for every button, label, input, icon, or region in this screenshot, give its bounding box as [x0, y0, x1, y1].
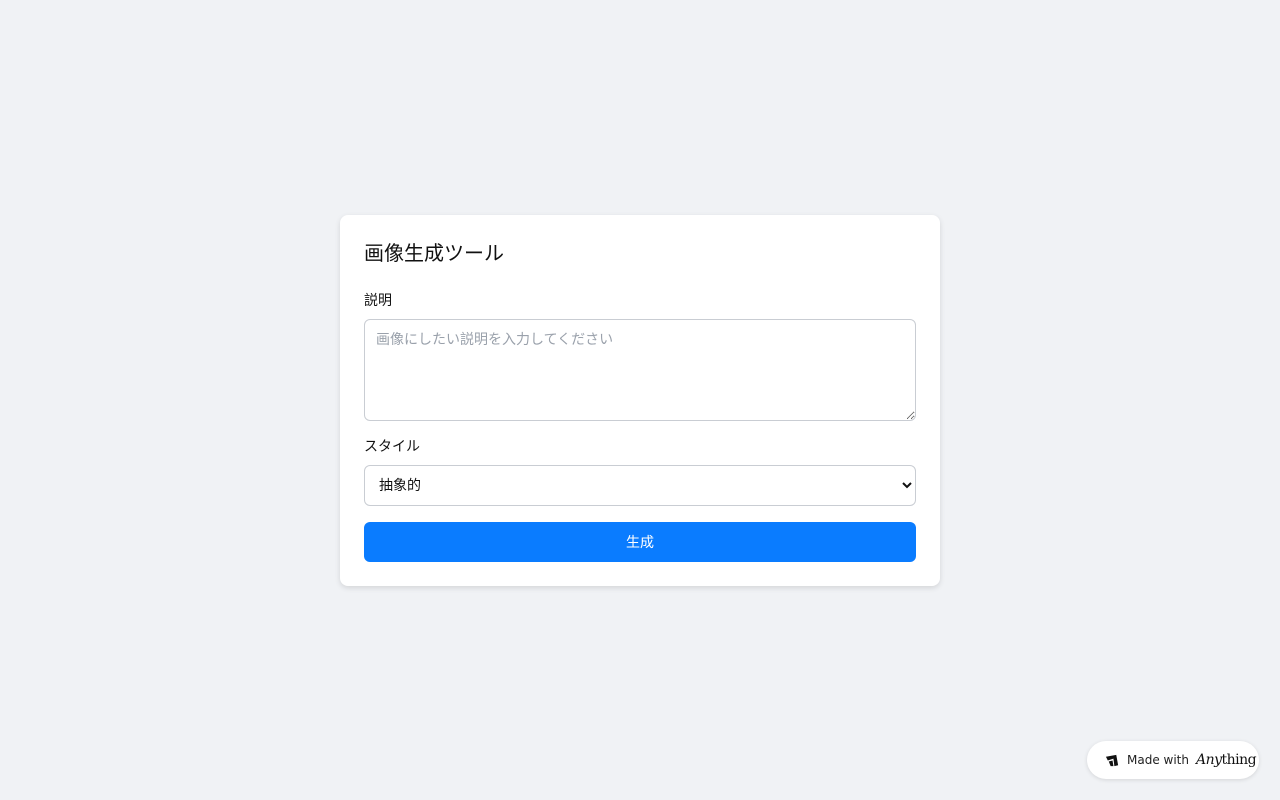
brand-name: Anything — [1195, 752, 1257, 768]
page: 画像生成ツール 説明 スタイル 抽象的 生成 Made with Anythin… — [0, 0, 1280, 800]
generate-button[interactable]: 生成 — [364, 522, 916, 562]
anything-logo-icon — [1105, 754, 1119, 766]
made-with-badge[interactable]: Made with Anything — [1087, 741, 1259, 779]
brand-name-italic: Any — [1195, 752, 1222, 768]
style-select[interactable]: 抽象的 — [364, 465, 916, 506]
image-generator-card: 画像生成ツール 説明 スタイル 抽象的 生成 — [340, 215, 940, 586]
brand-name-rest: thing — [1221, 752, 1257, 768]
style-label: スタイル — [364, 439, 420, 455]
description-label: 説明 — [364, 293, 392, 309]
page-title: 画像生成ツール — [364, 241, 504, 265]
made-with-text: Made with — [1127, 753, 1189, 767]
description-textarea[interactable] — [364, 319, 916, 421]
